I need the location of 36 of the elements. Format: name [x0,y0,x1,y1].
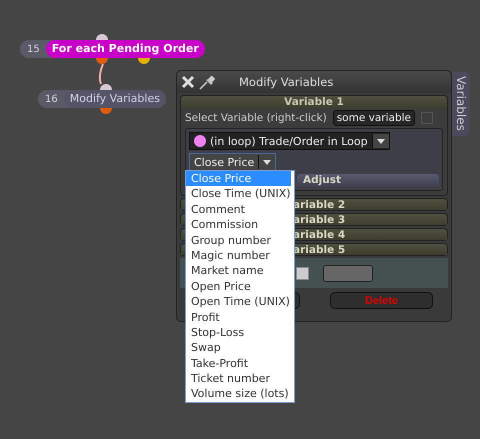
node-number: 16 [44,94,59,104]
pin-icon[interactable] [199,74,217,90]
dropdown-option[interactable]: Volume size (lots) [186,386,291,402]
node-number: 15 [26,44,41,54]
dropdown-option[interactable]: Open Time (UNIX) [186,294,291,310]
dropdown-option[interactable]: Open Price [186,278,291,294]
section-header[interactable]: Variable 1 [181,96,447,108]
dropdown-option[interactable]: Take-Profit [186,356,291,372]
source-dropdown[interactable]: (in loop) Trade/Order in Loop [189,132,390,150]
property-dropdown[interactable]: Close Price [189,153,276,171]
variable-field[interactable]: some variable [332,110,415,126]
dropdown-option[interactable]: Stop-Loss [186,324,291,340]
caret-icon [376,138,385,144]
node-port[interactable] [138,58,150,64]
checkbox[interactable] [420,112,433,124]
checkbox[interactable] [296,266,309,280]
window-title: Modify Variables [239,75,334,89]
dropdown-option[interactable]: Close Time (UNIX) [186,186,291,202]
node-port[interactable] [96,34,108,40]
dropdown-option[interactable]: Ticket number [186,371,291,386]
caret-icon [263,160,272,164]
flow-node[interactable]: 16 Modify Variables [38,90,166,108]
node-port[interactable] [96,58,108,64]
side-tab[interactable]: Variables [452,72,470,136]
dropdown-option[interactable]: Swap [186,340,291,356]
node-label: For each Pending Order [46,40,205,58]
flow-node[interactable]: 15 For each Pending Order [20,40,205,58]
input-field[interactable] [323,264,373,282]
node-port[interactable] [100,84,112,90]
connector-line [98,64,104,84]
select-variable-label: Select Variable (right-click) [185,112,327,124]
close-icon[interactable] [181,75,195,89]
adjust-bar[interactable]: Adjust [297,174,439,187]
node-port[interactable] [100,108,112,114]
node-label: Modify Variables [64,90,166,108]
dropdown-option[interactable]: Profit [186,310,291,325]
